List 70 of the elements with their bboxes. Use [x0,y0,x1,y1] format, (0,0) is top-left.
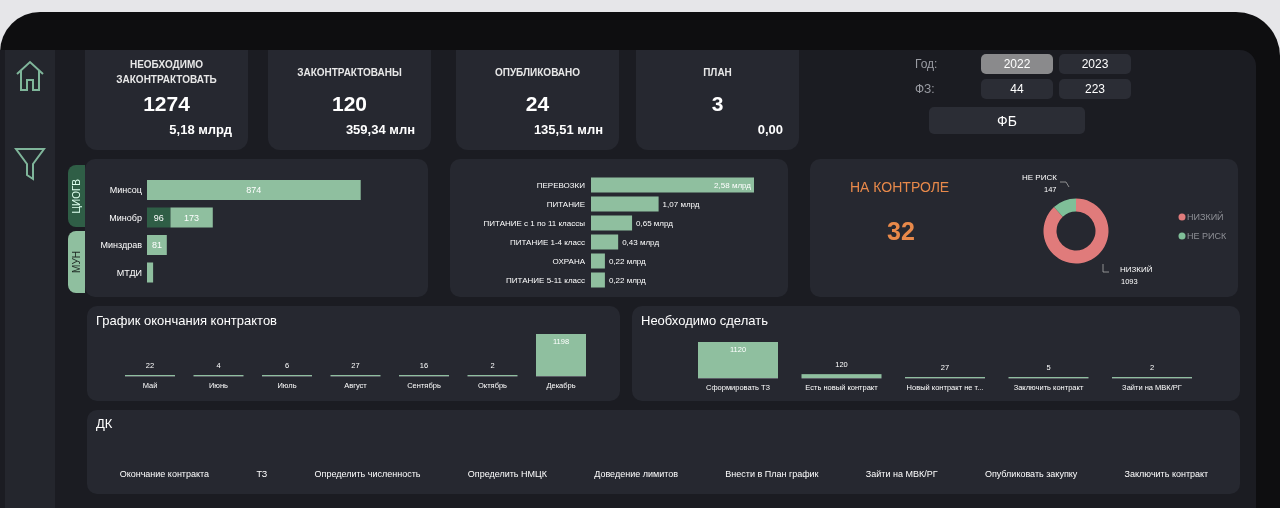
column-header: Опубликовать закупку [984,469,1078,479]
kpi-value: 3 [711,92,724,116]
column-header: Определить НМЦК [467,469,547,479]
category-label: ПИТАНИЕ с 1 по 11 классы [483,219,585,228]
year-label: Год: [915,56,939,73]
category-label: ПИТАНИЕ [546,200,585,209]
bar [591,215,633,231]
tab[interactable]: МУН [68,231,85,293]
fund-button[interactable]: ФБ [929,107,1085,134]
bar-value: 96 [153,212,164,223]
category-label: ОХРАНА [552,257,585,266]
kpi-value: 24 [525,92,550,116]
home-icon[interactable] [14,58,46,94]
callout-label: НИЗКИЙ [1120,265,1153,274]
bar [147,262,154,283]
bar-value: 874 [246,185,262,195]
kpi-amount: 5,18 млрд [169,122,232,137]
chart-title: Необходимо сделать [641,313,768,328]
law-button[interactable]: 223 [1059,79,1131,99]
category-label: Минсоц [109,185,142,195]
kpi-title: ОПУБЛИКОВАНО [494,65,581,80]
bar-value: 2,58 млрд [714,181,751,190]
filter-icon[interactable] [14,146,46,182]
bar-value: 0,43 млрд [622,238,660,247]
category-label: ПЕРЕВОЗКИ [536,181,585,190]
column-header: Заключить контракт [1124,469,1209,479]
category-label: Минздрав [100,240,142,250]
category-label: ПИТАНИЕ 5-11 класс [506,276,585,285]
kpi-value: 120 [331,92,367,116]
callout-label: НЕ РИСК [1022,173,1057,182]
bar-value: 0,22 млрд [608,276,646,285]
law-label: ФЗ: [915,81,936,98]
bar [591,272,605,288]
bar [147,235,167,255]
category-label: Минобр [109,212,142,223]
kpi-amount: 135,51 млн [533,122,603,137]
control-value: 32 [887,217,915,246]
bar-value: 1,07 млрд [662,200,700,209]
column-header: Доведение лимитов [594,469,678,479]
leader-line [1059,181,1070,188]
column-header: Окончание контракта [119,469,210,479]
category-label: ПИТАНИЕ 1-4 класс [509,238,585,247]
column-header: ТЗ [256,469,268,479]
kpi-title: НЕОБХОДИМО ЗАКОНТРАКТОВАТЬ [115,58,218,87]
leader-line [1102,263,1110,273]
bar [591,234,619,250]
bar-value: 0,22 млрд [608,257,646,266]
panel-title: ДК [96,416,114,431]
legend-label: НИЗКИЙ [1187,212,1224,222]
year-button[interactable]: 2023 [1059,54,1131,74]
law-button[interactable]: 44 [981,79,1053,99]
chart-title: График окончания контрактов [96,313,278,328]
bar-value: 81 [151,240,162,250]
column-header: Внести в План график [725,469,819,479]
legend-label: НЕ РИСК [1187,231,1227,241]
kpi-amount: 359,34 млн [345,122,415,137]
column-header: Определить численность [314,469,421,479]
bar [591,196,659,212]
bar [591,253,605,269]
bar [536,334,586,376]
kpi-title: ПЛАН [703,65,732,80]
bar-value: 173 [184,212,200,223]
kpi-title: ЗАКОНТРАКТОВАНЫ [297,65,402,80]
tab[interactable]: ЦИОГВ [68,165,85,227]
kpi-amount: 0,00 [757,122,783,137]
control-title: НА КОНТРОЛЕ [850,179,950,195]
category-label: МТДИ [116,267,142,278]
column-header: Зайти на МВК/РГ [865,469,938,479]
bar-value: 0,65 млрд [636,219,673,228]
kpi-value: 1274 [143,92,190,116]
